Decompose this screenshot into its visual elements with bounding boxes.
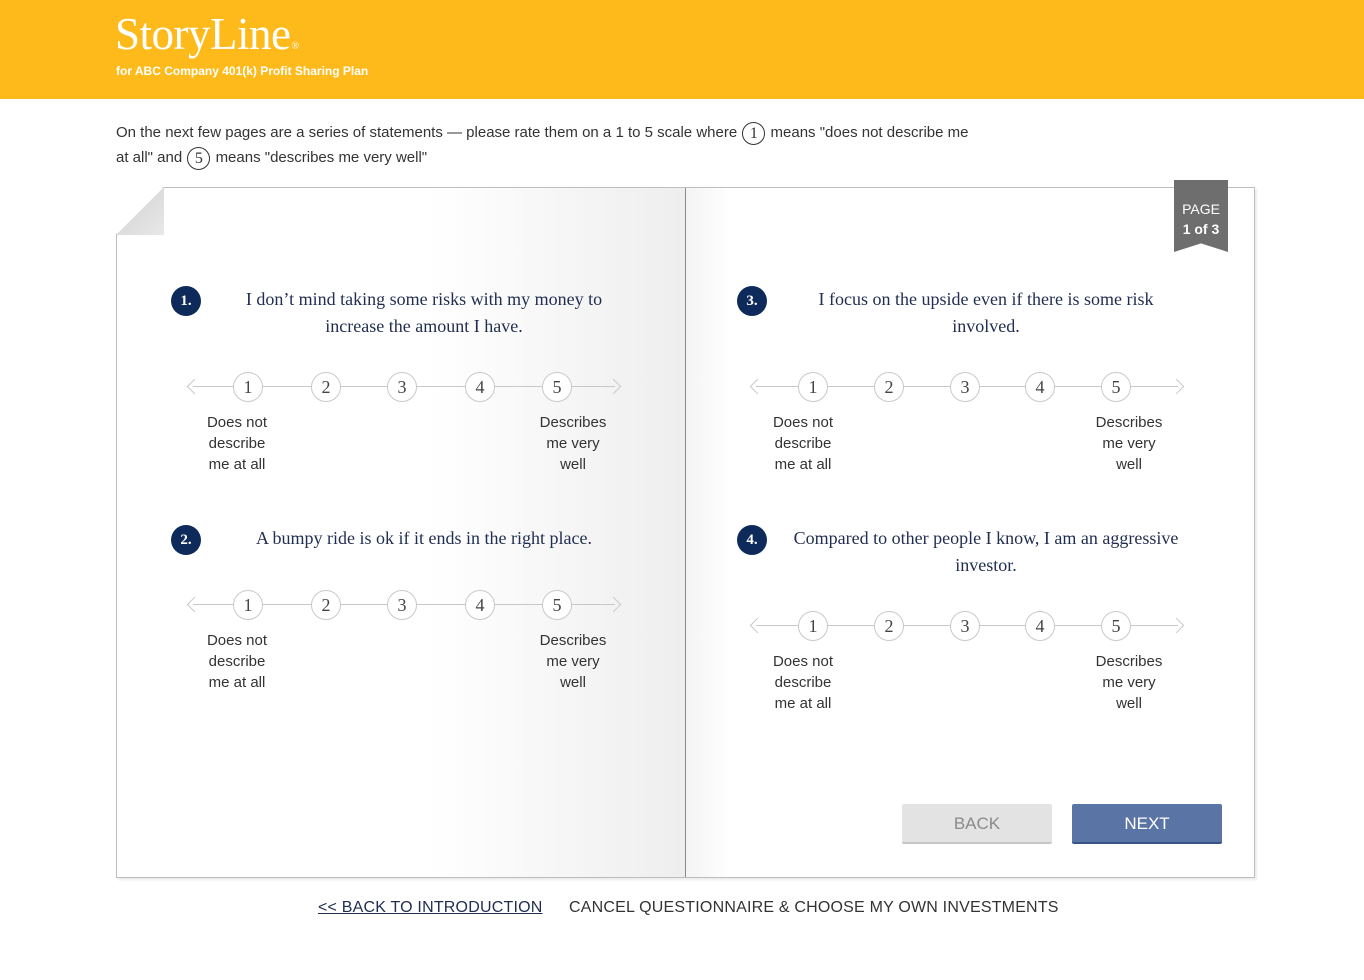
rating-option-5[interactable]: 5 [1101, 611, 1131, 641]
low-value-circle: 1 [742, 121, 766, 145]
label-line: describe [774, 435, 832, 452]
intro-part3: means "describes me very well" [215, 149, 428, 166]
rating-option-3[interactable]: 3 [387, 590, 417, 620]
rating-scale: 1 2 3 4 5 [186, 370, 622, 404]
question-number-badge: 3. [737, 286, 767, 316]
label-line: me very [1102, 435, 1156, 452]
rating-option-5[interactable]: 5 [542, 372, 572, 402]
rating-option-2[interactable]: 2 [874, 372, 904, 402]
arrow-left-icon [749, 617, 766, 634]
next-button[interactable]: NEXT [1072, 804, 1222, 844]
rating-scale: 1 2 3 4 5 [749, 370, 1185, 404]
high-scale-label: Describes me very well [528, 412, 618, 475]
low-scale-label: Does not describe me at all [192, 412, 282, 475]
question-number-badge: 1. [171, 286, 201, 316]
label-line: Does not [206, 632, 268, 649]
question-text: Compared to other people I know, I am an… [776, 525, 1196, 579]
header-bar: StoryLine® for ABC Company 401(k) Profit… [0, 0, 1364, 99]
rating-option-1[interactable]: 1 [798, 372, 828, 402]
arrow-left-icon [186, 378, 203, 395]
question-text: I focus on the upside even if there is s… [776, 286, 1196, 340]
label-line: me very [1102, 674, 1156, 691]
label-line: describe [774, 674, 832, 691]
rating-option-1[interactable]: 1 [233, 372, 263, 402]
label-line: describe [208, 435, 266, 452]
label-line: Does not [772, 414, 834, 431]
high-value-circle: 5 [187, 146, 211, 170]
rating-option-2[interactable]: 2 [874, 611, 904, 641]
label-line: me at all [208, 456, 266, 473]
label-line: me at all [208, 674, 266, 691]
label-line: Describes [1095, 653, 1163, 670]
rating-option-2[interactable]: 2 [311, 590, 341, 620]
rating-scale: 1 2 3 4 5 [749, 609, 1185, 643]
rating-option-5[interactable]: 5 [542, 590, 572, 620]
label-line: Describes [539, 414, 607, 431]
logo-registered-mark: ® [291, 41, 299, 52]
question-number-badge: 4. [737, 525, 767, 555]
arrow-right-icon [605, 378, 622, 395]
label-line: describe [208, 653, 266, 670]
high-scale-label: Describes me very well [1084, 651, 1174, 714]
question-text: I don’t mind taking some risks with my m… [214, 286, 634, 340]
page-indicator-label: PAGE [1182, 201, 1220, 217]
arrow-right-icon [605, 596, 622, 613]
label-line: Describes [1095, 414, 1163, 431]
high-scale-label: Describes me very well [528, 630, 618, 693]
arrow-right-icon [1168, 378, 1185, 395]
question-text-line: I focus on the upside even if there is s… [818, 289, 1154, 309]
question-text: A bumpy ride is ok if it ends in the rig… [214, 525, 634, 552]
storyline-logo: StoryLine® [115, 8, 299, 60]
question-text-line: investor. [955, 555, 1017, 575]
low-scale-label: Does not describe me at all [758, 412, 848, 475]
rating-option-4[interactable]: 4 [1025, 372, 1055, 402]
label-line: well [1116, 695, 1142, 712]
cancel-questionnaire-link[interactable]: CANCEL QUESTIONNAIRE & CHOOSE MY OWN INV… [569, 899, 1059, 917]
rating-option-1[interactable]: 1 [798, 611, 828, 641]
rating-option-5[interactable]: 5 [1101, 372, 1131, 402]
rating-option-4[interactable]: 4 [465, 590, 495, 620]
back-to-introduction-link[interactable]: << BACK TO INTRODUCTION [318, 899, 543, 917]
logo-text: StoryLine [115, 9, 291, 59]
label-line: Does not [772, 653, 834, 670]
label-line: me very [546, 435, 600, 452]
rating-option-3[interactable]: 3 [950, 372, 980, 402]
question-text-line: I don’t mind taking some risks with my m… [245, 289, 603, 309]
rating-option-3[interactable]: 3 [387, 372, 417, 402]
label-line: me very [546, 653, 600, 670]
label-line: well [1116, 456, 1142, 473]
label-line: Does not [206, 414, 268, 431]
question-text-line: A bumpy ride is ok if it ends in the rig… [256, 528, 592, 548]
arrow-right-icon [1168, 617, 1185, 634]
arrow-left-icon [186, 596, 203, 613]
question-number-badge: 2. [171, 525, 201, 555]
arrow-left-icon [749, 378, 766, 395]
page-indicator-value: 1 of 3 [1182, 221, 1220, 237]
intro-part1: On the next few pages are a series of st… [116, 124, 738, 141]
label-line: well [560, 674, 586, 691]
low-scale-label: Does not describe me at all [192, 630, 282, 693]
question-text-line: involved. [952, 316, 1020, 336]
rating-option-1[interactable]: 1 [233, 590, 263, 620]
rating-option-4[interactable]: 4 [1025, 611, 1055, 641]
rating-option-4[interactable]: 4 [465, 372, 495, 402]
question-text-line: Compared to other people I know, I am an… [793, 528, 1179, 548]
question-text-line: increase the amount I have. [325, 316, 523, 336]
label-line: well [560, 456, 586, 473]
rating-scale: 1 2 3 4 5 [186, 588, 622, 622]
label-line: me at all [774, 695, 832, 712]
rating-option-2[interactable]: 2 [311, 372, 341, 402]
label-line: me at all [774, 456, 832, 473]
high-scale-label: Describes me very well [1084, 412, 1174, 475]
label-line: Describes [539, 632, 607, 649]
rating-option-3[interactable]: 3 [950, 611, 980, 641]
plan-subtitle: for ABC Company 401(k) Profit Sharing Pl… [116, 64, 369, 78]
back-button[interactable]: BACK [902, 804, 1052, 844]
intro-text: On the next few pages are a series of st… [116, 120, 976, 170]
page-indicator-ribbon: PAGE 1 of 3 [1174, 180, 1228, 252]
low-scale-label: Does not describe me at all [758, 651, 848, 714]
